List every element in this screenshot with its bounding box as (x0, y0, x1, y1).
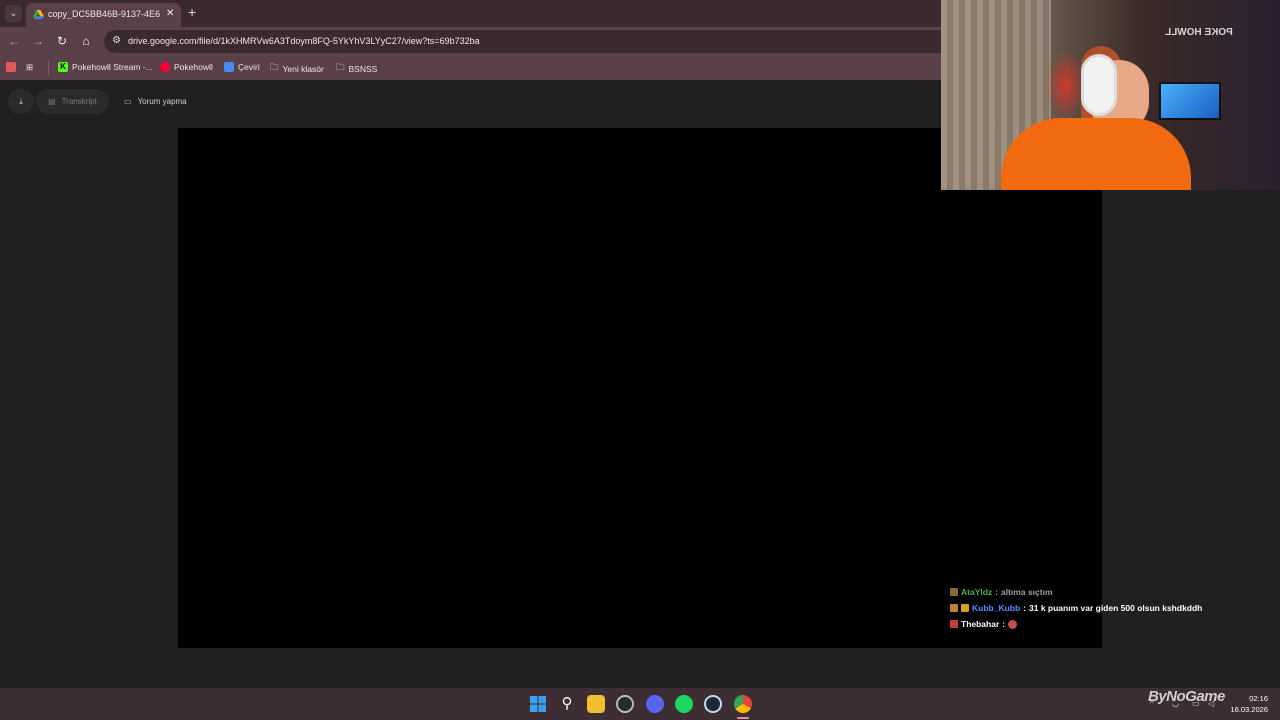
tab-close-icon[interactable]: ✕ (166, 8, 174, 19)
home-icon[interactable]: ⌂ (78, 34, 94, 48)
emote-icon (1008, 619, 1018, 629)
webcam-logo: POKE HOWLL (1165, 27, 1233, 38)
tab-search-button[interactable]: ⌄ (5, 5, 22, 22)
site-info-icon[interactable]: ⚙ (112, 35, 121, 46)
chat-username: Kubb_Kubb (972, 603, 1021, 613)
bookmark-divider (48, 61, 49, 75)
bookmark-label: Pokehowll Stream -... (72, 62, 153, 72)
chat-separator: : (1002, 619, 1006, 629)
comment-icon: ▭ (124, 97, 132, 106)
spotify-icon[interactable] (675, 695, 693, 713)
webcam-hoodie (1001, 118, 1191, 190)
chat-username: Thebahar (961, 619, 1000, 629)
folder-icon: 🗀 (336, 62, 345, 72)
clock-date: 16.03.2026 (1230, 705, 1268, 714)
folder-icon: 🗀 (270, 62, 279, 72)
bookmark-folder[interactable]: 🗀 BSNSS (336, 62, 377, 76)
webcam-overlay: POKE HOWLL (941, 0, 1280, 190)
webcam-light (1046, 50, 1086, 120)
chat-separator: : (995, 587, 999, 597)
taskbar: ⚲ ^ ◡ ▭ ◁ ByNoGame 02:16 16.03.2026 (0, 688, 1280, 720)
chat-badge-icon (950, 588, 958, 596)
bookmark-label: Yeni klasör (282, 64, 324, 74)
bookmark-item[interactable]: K Pokehowll Stream -... (58, 62, 153, 72)
file-explorer-icon[interactable] (587, 695, 605, 713)
comment-button[interactable]: ▭ Yorum yapma (112, 89, 199, 114)
kick-icon: K (58, 62, 68, 72)
chat-badge-icon (961, 604, 969, 612)
browser-tab-active[interactable]: copy_DC5BB46B-9137-4E63-AE ✕ (26, 3, 181, 27)
bookmark-item[interactable]: Pokehowll (160, 62, 213, 72)
download-icon: ⤓ (19, 96, 23, 106)
system-clock[interactable]: 02:16 16.03.2026 (1224, 693, 1268, 715)
chat-badge-icon (950, 604, 958, 612)
chat-message: Kubb_Kubb : 31 k puanım var giden 500 ol… (950, 603, 1202, 613)
bookmark-label: Pokehowll (174, 62, 213, 72)
bookmark-folder[interactable]: 🗀 Yeni klasör (270, 62, 324, 76)
bookmark-app-icon[interactable] (6, 62, 16, 72)
bookmark-label: BSNSS (348, 64, 378, 74)
transcript-button[interactable]: ▤ Transkript (36, 89, 109, 114)
chrome-icon[interactable] (734, 695, 752, 713)
search-icon[interactable]: ⚲ (558, 695, 576, 713)
transcript-label: Transkript (61, 97, 97, 106)
chat-text: 31 k puanım var giden 500 olsun kshdkddh (1029, 603, 1203, 613)
translate-icon (224, 62, 234, 72)
chat-username: AtaYldz (961, 587, 993, 597)
comment-label: Yorum yapma (137, 97, 187, 106)
address-bar[interactable]: ⚙ drive.google.com/file/d/1kXHMRVw6A3Tdo… (104, 30, 1004, 53)
apps-grid-icon[interactable]: ⊞ (26, 62, 33, 73)
bookmark-label: Çeviri (238, 62, 260, 72)
youtube-icon (160, 62, 170, 72)
chat-message: AtaYldz : altıma sıçtım (950, 587, 1053, 597)
google-drive-icon (33, 9, 44, 20)
tab-title: copy_DC5BB46B-9137-4E63-AE (48, 9, 160, 19)
chat-separator: : (1023, 603, 1027, 613)
new-tab-button[interactable]: + (188, 4, 196, 20)
taskbar-active-indicator (737, 717, 749, 719)
forward-icon[interactable]: → (30, 34, 46, 48)
video-player[interactable] (178, 128, 1102, 648)
download-button[interactable]: ⤓ (8, 89, 34, 114)
bookmark-item[interactable]: Çeviri (224, 62, 260, 72)
chat-text: altıma sıçtım (1001, 587, 1053, 597)
steam-icon[interactable] (704, 695, 722, 713)
transcript-icon: ▤ (48, 97, 56, 106)
discord-icon[interactable] (646, 695, 664, 713)
clock-time: 02:16 (1249, 694, 1268, 703)
windows-start-icon[interactable] (529, 695, 547, 713)
back-icon[interactable]: ← (6, 34, 22, 48)
watermark-logo: ByNoGame (1148, 688, 1225, 705)
reload-icon[interactable]: ↻ (54, 34, 70, 48)
chat-badge-icon (950, 620, 958, 628)
chat-message: Thebahar : (950, 619, 1018, 629)
webcam-monitor (1159, 82, 1221, 120)
headphone-icon (1081, 54, 1117, 116)
obs-icon[interactable] (616, 695, 634, 713)
url-text[interactable]: drive.google.com/file/d/1kXHMRVw6A3Tdoym… (128, 36, 480, 46)
